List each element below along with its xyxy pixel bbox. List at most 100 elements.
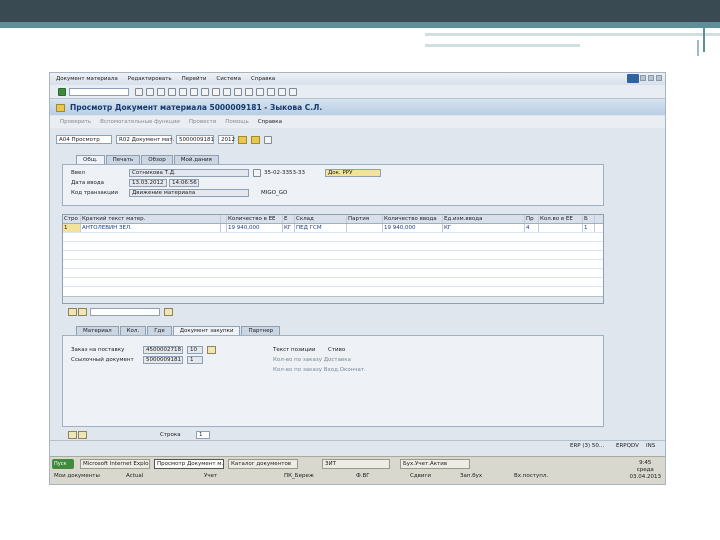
taskbar-window[interactable]: Microsoft Internet Explorer	[80, 459, 150, 469]
search-input[interactable]	[90, 308, 160, 316]
taskbar-window[interactable]: ЗИТ	[322, 459, 390, 469]
menu-bar: Документ материала Редактировать Перейти…	[50, 73, 665, 85]
shortcut-icon[interactable]	[267, 87, 275, 96]
delete-row-icon[interactable]	[68, 308, 77, 316]
minimize-icon[interactable]	[640, 75, 646, 81]
command-field[interactable]	[69, 87, 129, 96]
line-field[interactable]: 1	[196, 431, 210, 439]
selection-row: A04 Просмотр R02 Документ мат. 500000918…	[56, 135, 272, 144]
system-clock[interactable]: 9:45 среда 03.04.2013	[630, 460, 662, 481]
prev-item-icon[interactable]	[68, 431, 77, 439]
tab-overview[interactable]: Обзор	[141, 155, 173, 164]
close-icon[interactable]	[656, 75, 662, 81]
prev-page-icon[interactable]	[223, 87, 231, 96]
column-header: Ед.изм.ввода	[443, 215, 525, 223]
start-button[interactable]: Пуск	[52, 459, 74, 469]
items-table: Стро Краткий текст матер. Количество в Е…	[62, 214, 604, 304]
menu-item[interactable]: Редактировать	[128, 76, 172, 82]
appbar-item[interactable]: Вспомогательные функции	[100, 119, 180, 125]
table-cell[interactable]: 1	[63, 224, 81, 232]
clock-day: среда	[636, 467, 654, 473]
layout-icon[interactable]	[289, 87, 297, 96]
quicklaunch-item[interactable]: Вх.поступл.	[514, 473, 548, 479]
tab-print[interactable]: Печать	[105, 155, 141, 164]
table-cell[interactable]: ПЕД ГСМ	[295, 224, 347, 232]
reference-select[interactable]: R02 Документ мат.	[116, 135, 174, 144]
table-cell[interactable]: 1	[583, 224, 595, 232]
appbar-item[interactable]: Справка	[258, 119, 282, 125]
table-cell[interactable]: 19 940,000	[227, 224, 283, 232]
tab-partner[interactable]: Партнер	[241, 326, 281, 335]
checkbox-final-entry[interactable]: Кол-во по заказу Вход.Окончат.	[273, 367, 366, 373]
tab-purchase-doc[interactable]: Документ закупки	[172, 326, 241, 335]
tab-general[interactable]: Общ.	[76, 155, 105, 164]
next-item-icon[interactable]	[78, 431, 87, 439]
first-page-icon[interactable]	[212, 87, 220, 96]
appbar-item[interactable]: Проверить	[60, 119, 91, 125]
user-field: Сотникова Т.Д.	[129, 169, 249, 177]
quicklaunch-item[interactable]: Зап.бух	[460, 473, 482, 479]
next-page-icon[interactable]	[234, 87, 242, 96]
last-page-icon[interactable]	[245, 87, 253, 96]
action-select[interactable]: A04 Просмотр	[56, 135, 112, 144]
find-icon[interactable]	[164, 308, 173, 316]
taskbar-window[interactable]: Бух.Учет.Актив	[400, 459, 470, 469]
quicklaunch-item[interactable]: Actual	[126, 473, 143, 479]
decor-line	[425, 33, 720, 36]
table-cell[interactable]	[347, 224, 383, 232]
quicklaunch-item[interactable]: Ф.ВГ	[356, 473, 370, 479]
new-session-icon[interactable]	[256, 87, 264, 96]
checkbox-delivery[interactable]: Кол-во по заказу Доставка	[273, 357, 351, 363]
quicklaunch-item[interactable]: Сдвиги	[410, 473, 431, 479]
appbar-item[interactable]: Провести	[189, 119, 216, 125]
appbar-item[interactable]: Помощь	[225, 119, 248, 125]
table-cell[interactable]	[539, 224, 583, 232]
grid-icon[interactable]	[264, 135, 272, 144]
doc-number-field[interactable]: 5000009181	[176, 135, 214, 144]
menu-item[interactable]: Документ материала	[56, 76, 118, 82]
filter-icon[interactable]	[78, 308, 87, 316]
exit-icon[interactable]	[157, 87, 165, 96]
taskbar-window[interactable]: Просмотр Документ м...	[154, 459, 224, 469]
table-cell[interactable]: 19 940,000	[383, 224, 443, 232]
table-cell[interactable]: КГ	[283, 224, 295, 232]
quicklaunch-item[interactable]: ПК_Береж	[284, 473, 314, 479]
decor-vertical	[697, 40, 699, 56]
year-field[interactable]: 2012	[218, 135, 235, 144]
enter-icon[interactable]	[58, 87, 66, 96]
windows-taskbar: Пуск Microsoft Internet Explorer Просмот…	[50, 456, 665, 484]
find-next-icon[interactable]	[201, 87, 209, 96]
table-row[interactable]: 1 АНТОЛЕВИН ЗЕЛ. 19 940,000 КГ ПЕД ГСМ 1…	[63, 224, 603, 233]
tab-material[interactable]: Материал	[76, 326, 119, 335]
quicklaunch-item[interactable]: Мои документы	[54, 473, 100, 479]
menu-item[interactable]: Справка	[251, 76, 275, 82]
application-toolbar: Проверить Вспомогательные функции Провес…	[50, 116, 665, 128]
find-icon[interactable]	[190, 87, 198, 96]
tab-quantity[interactable]: Кол.	[119, 326, 147, 335]
table-cell[interactable]: 4	[525, 224, 539, 232]
hold-icon[interactable]	[251, 135, 260, 144]
menu-item[interactable]: Перейти	[182, 76, 207, 82]
tab-data[interactable]: Мой.дания	[173, 155, 219, 164]
back-icon[interactable]	[146, 87, 154, 96]
save-icon[interactable]	[135, 87, 143, 96]
header-accent-band	[0, 22, 720, 28]
help-icon[interactable]	[278, 87, 286, 96]
table-cell[interactable]: КГ	[443, 224, 525, 232]
print-icon[interactable]	[179, 87, 187, 96]
display-order-icon[interactable]	[207, 346, 216, 354]
menu-item[interactable]: Система	[216, 76, 241, 82]
window-controls	[640, 75, 662, 81]
clock-time: 9:45	[639, 460, 652, 466]
tab-where[interactable]: Где	[147, 326, 172, 335]
document-button[interactable]: Док. РРУ	[325, 169, 381, 177]
cancel-icon[interactable]	[168, 87, 176, 96]
execute-icon[interactable]	[238, 135, 247, 144]
maximize-icon[interactable]	[648, 75, 654, 81]
session-info[interactable]: ERP (3) 50...	[570, 443, 604, 449]
quicklaunch-item[interactable]: Учет	[204, 473, 217, 479]
table-cell[interactable]: АНТОЛЕВИН ЗЕЛ.	[81, 224, 221, 232]
table-row	[63, 278, 603, 287]
taskbar-window[interactable]: Каталог документов	[228, 459, 298, 469]
table-scrollbar[interactable]	[63, 296, 603, 303]
